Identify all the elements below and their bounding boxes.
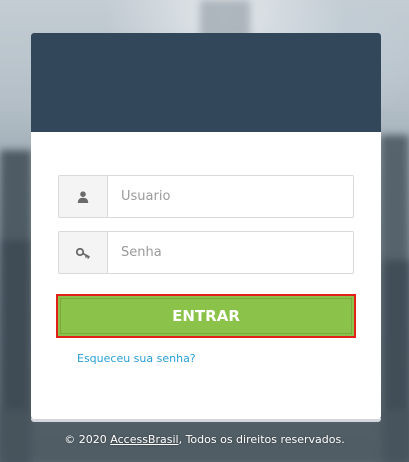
login-button-label: ENTRAR (172, 307, 240, 325)
username-input[interactable] (108, 176, 353, 217)
footer: © 2020 AccessBrasil, Todos os direitos r… (0, 433, 409, 446)
password-input[interactable] (108, 232, 353, 273)
copyright-suffix: , Todos os direitos reservados. (178, 433, 345, 446)
login-card: ENTRAR Esqueceu sua senha? (31, 33, 381, 419)
login-button[interactable]: ENTRAR (56, 294, 356, 338)
username-field[interactable] (58, 175, 354, 218)
copyright-text: © 2020 (64, 433, 107, 446)
key-icon (59, 232, 108, 273)
forgot-password-link[interactable]: Esqueceu sua senha? (77, 352, 196, 365)
user-icon (59, 176, 108, 217)
brand-link[interactable]: AccessBrasil (110, 433, 178, 446)
card-header (31, 33, 381, 132)
password-field[interactable] (58, 231, 354, 274)
